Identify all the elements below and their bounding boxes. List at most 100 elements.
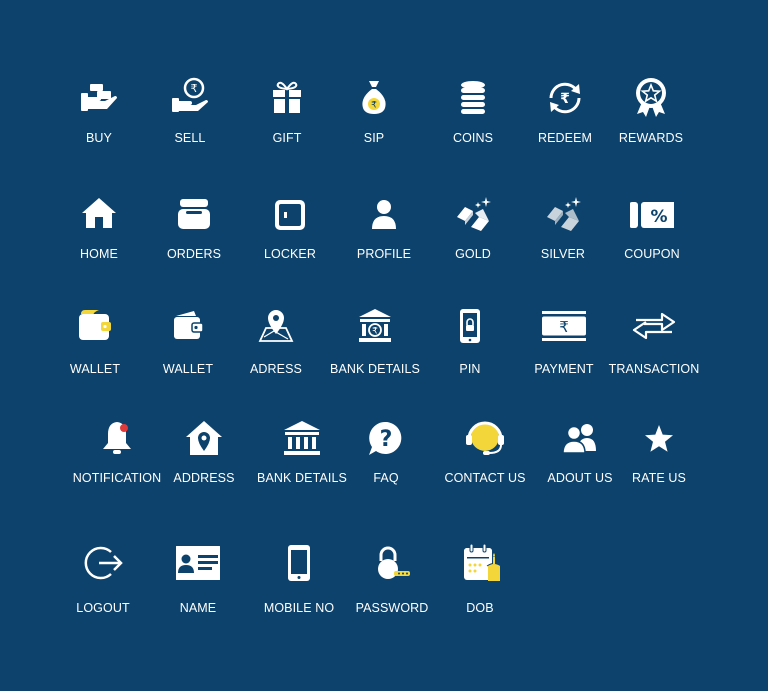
- tile-silver[interactable]: SILVER: [513, 193, 613, 261]
- home-location-icon: [182, 417, 226, 461]
- label-sip: SIP: [363, 131, 385, 145]
- svg-text:%: %: [650, 207, 667, 227]
- locker-icon: [268, 193, 312, 237]
- star-icon: [637, 417, 681, 461]
- label-about-us: ADOUT US: [547, 471, 613, 485]
- users-group-icon: [558, 417, 602, 461]
- tile-gold[interactable]: GOLD: [423, 193, 523, 261]
- tile-address[interactable]: ADDRESS: [154, 417, 254, 485]
- tile-sip[interactable]: ₹ SIP: [324, 76, 424, 145]
- coin-stack-icon: [451, 76, 495, 120]
- label-address: ADDRESS: [173, 471, 235, 485]
- tile-redeem[interactable]: ₹ REDEEM: [515, 76, 615, 145]
- label-coupon: COUPON: [624, 247, 680, 261]
- tile-wallet-1[interactable]: WALLET: [45, 304, 145, 376]
- tile-contact-us[interactable]: CONTACT US: [435, 417, 535, 485]
- svg-text:?: ?: [380, 427, 393, 452]
- coupon-percent-icon: %: [630, 193, 674, 237]
- tile-faq[interactable]: ? FAQ: [336, 417, 436, 485]
- label-password: PASSWORD: [355, 601, 429, 615]
- rupee-refresh-icon: ₹: [543, 76, 587, 120]
- svg-text:₹: ₹: [371, 101, 377, 111]
- svg-text:₹: ₹: [372, 327, 378, 337]
- tile-pin[interactable]: PIN: [420, 304, 520, 376]
- label-home: HOME: [80, 247, 118, 261]
- tile-password[interactable]: PASSWORD: [342, 541, 442, 615]
- label-adress: ADRESS: [249, 362, 302, 376]
- gold-bars-sparkle-icon: [451, 193, 495, 237]
- tile-notification[interactable]: NOTIFICATION: [67, 417, 167, 485]
- label-notification: NOTIFICATION: [72, 471, 162, 485]
- headset-icon: [463, 417, 507, 461]
- orders-box-icon: [172, 193, 216, 237]
- phone-lock-icon: [448, 304, 492, 348]
- padlock-key-icon: [370, 541, 414, 585]
- label-bank-details-1: BANK DETAILS: [330, 362, 420, 376]
- wallet-open-icon: [166, 304, 210, 348]
- calendar-cake-icon: [458, 541, 502, 585]
- gift-icon: [265, 76, 309, 120]
- tile-rewards[interactable]: REWARDS: [601, 76, 701, 145]
- label-buy: BUY: [85, 131, 112, 145]
- tile-name[interactable]: NAME: [148, 541, 248, 615]
- label-dob: DOB: [466, 601, 494, 615]
- tile-orders[interactable]: ORDERS: [144, 193, 244, 261]
- rupee-coin-hand-icon: ₹: [168, 76, 212, 120]
- tile-profile[interactable]: PROFILE: [334, 193, 434, 261]
- label-wallet-1: WALLET: [69, 362, 121, 376]
- label-gold: GOLD: [455, 247, 491, 261]
- tile-locker[interactable]: LOCKER: [240, 193, 340, 261]
- tile-coins[interactable]: COINS: [423, 76, 523, 145]
- transfer-arrows-icon: [632, 304, 676, 348]
- tile-coupon[interactable]: % COUPON: [602, 193, 702, 261]
- tile-rate-us[interactable]: RATE US: [609, 417, 709, 485]
- label-profile: PROFILE: [356, 247, 412, 261]
- svg-text:₹: ₹: [560, 91, 570, 107]
- label-sell: SELL: [174, 131, 206, 145]
- tile-transaction[interactable]: TRANSACTION: [604, 304, 704, 376]
- label-coins: COINS: [452, 131, 494, 145]
- mobile-phone-icon: [277, 541, 321, 585]
- label-gift: GIFT: [272, 131, 302, 145]
- label-pin: PIN: [459, 362, 481, 376]
- id-card-icon: [176, 541, 220, 585]
- tile-gift[interactable]: GIFT: [237, 76, 337, 145]
- tile-buy[interactable]: BUY: [49, 76, 149, 145]
- silver-bars-sparkle-icon: [541, 193, 585, 237]
- svg-text:₹: ₹: [191, 82, 198, 95]
- home-icon: [77, 193, 121, 237]
- tile-payment[interactable]: ₹ PAYMENT: [514, 304, 614, 376]
- label-rewards: REWARDS: [618, 131, 684, 145]
- tile-mobile-no[interactable]: MOBILE NO: [249, 541, 349, 615]
- bank-icon: [280, 417, 324, 461]
- bell-icon: [95, 417, 139, 461]
- label-mobile-no: MOBILE NO: [263, 601, 335, 615]
- logout-icon: [81, 541, 125, 585]
- label-contact-us: CONTACT US: [444, 471, 526, 485]
- label-locker: LOCKER: [263, 247, 316, 261]
- gold-bars-hand-icon: [77, 76, 121, 120]
- money-bag-icon: ₹: [352, 76, 396, 120]
- tile-logout[interactable]: LOGOUT: [53, 541, 153, 615]
- tile-home[interactable]: HOME: [49, 193, 149, 261]
- label-wallet-2: WALLET: [162, 362, 214, 376]
- map-pin-icon: [254, 304, 298, 348]
- label-transaction: TRANSACTION: [608, 362, 700, 376]
- tile-dob[interactable]: DOB: [430, 541, 530, 615]
- question-bubble-icon: ?: [364, 417, 408, 461]
- tile-bank-details-1[interactable]: ₹ BANK DETAILS: [325, 304, 425, 376]
- wallet-icon: [73, 304, 117, 348]
- tile-sell[interactable]: ₹ SELL: [140, 76, 240, 145]
- label-rate-us: RATE US: [632, 471, 686, 485]
- tile-wallet-2[interactable]: WALLET: [138, 304, 238, 376]
- label-redeem: REDEEM: [537, 131, 593, 145]
- svg-text:₹: ₹: [559, 318, 569, 336]
- label-bank-details-2: BANK DETAILS: [257, 471, 347, 485]
- label-payment: PAYMENT: [534, 362, 594, 376]
- label-orders: ORDERS: [166, 247, 222, 261]
- label-name: NAME: [179, 601, 217, 615]
- rupee-banknote-icon: ₹: [542, 304, 586, 348]
- tile-adress[interactable]: ADRESS: [226, 304, 326, 376]
- user-icon: [362, 193, 406, 237]
- bank-rupee-icon: ₹: [353, 304, 397, 348]
